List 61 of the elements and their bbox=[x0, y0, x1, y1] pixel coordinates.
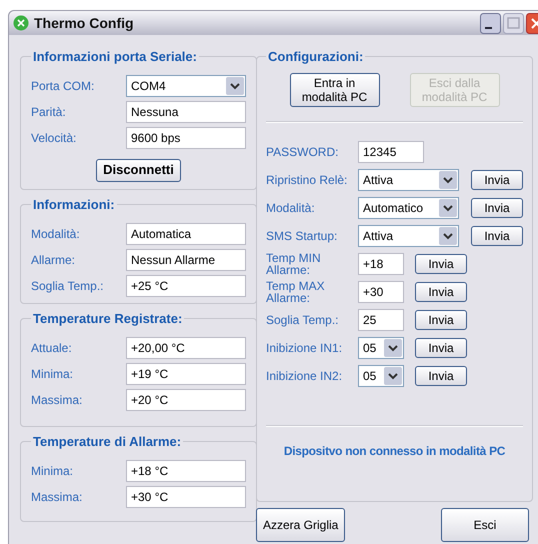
send-button[interactable]: Invia bbox=[415, 254, 467, 274]
field-label: Ripristino Relè: bbox=[266, 174, 348, 186]
clear-grid-button[interactable]: Azzera Griglia bbox=[256, 508, 346, 542]
dropdown[interactable]: COM4 bbox=[126, 74, 246, 96]
group-title: Informazioni porta Seriale: bbox=[32, 48, 198, 66]
mode-button[interactable]: Entra in modalità PC bbox=[290, 72, 380, 106]
field-label: Parità: bbox=[31, 104, 67, 120]
field-label: Temp MAX Allarme: bbox=[266, 280, 326, 304]
group-title: Temperature di Allarme: bbox=[32, 433, 182, 451]
send-button[interactable]: Invia bbox=[471, 198, 523, 218]
send-button[interactable]: Invia bbox=[471, 226, 523, 246]
input-field[interactable]: +20,00 °C bbox=[126, 336, 246, 358]
send-button[interactable]: Invia bbox=[415, 282, 467, 302]
input-field[interactable]: +18 °C bbox=[126, 460, 246, 482]
input-field[interactable]: Automatica bbox=[126, 222, 246, 244]
field-label: Porta COM: bbox=[31, 78, 96, 94]
field-label: Soglia Temp.: bbox=[266, 314, 340, 326]
dropdown[interactable]: Automatico bbox=[358, 196, 459, 218]
field-label: Inibizione IN2: bbox=[266, 370, 344, 382]
dropdown[interactable]: 05 bbox=[358, 336, 404, 358]
group-title: Temperature Registrate: bbox=[32, 310, 184, 328]
field-label: Minima: bbox=[31, 462, 74, 480]
field-label: SMS Startup: bbox=[266, 230, 338, 242]
field-label: Minima: bbox=[31, 366, 74, 382]
group-title: Informazioni: bbox=[32, 196, 116, 214]
dropdown[interactable]: Attiva bbox=[358, 224, 459, 246]
input-field[interactable]: 25 bbox=[358, 308, 404, 330]
field-label: Inibizione IN1: bbox=[266, 342, 344, 354]
minimize-button[interactable] bbox=[480, 12, 501, 34]
field-label: Temp MIN Allarme: bbox=[266, 252, 322, 276]
input-field[interactable]: +19 °C bbox=[126, 362, 246, 384]
dropdown[interactable]: Attiva bbox=[358, 168, 459, 190]
group-title: Configurazioni: bbox=[267, 48, 364, 66]
input-field[interactable]: +20 °C bbox=[126, 388, 246, 410]
send-button[interactable]: Invia bbox=[415, 338, 467, 358]
window-title: Thermo Config bbox=[34, 14, 135, 33]
input-field[interactable]: 9600 bps bbox=[126, 126, 246, 148]
dropdown[interactable]: 05 bbox=[358, 364, 404, 386]
exit-button[interactable]: Esci bbox=[441, 508, 529, 542]
input-field[interactable]: +30 °C bbox=[126, 486, 246, 508]
input-field[interactable]: Nessun Allarme bbox=[126, 248, 246, 270]
field-label: Massima: bbox=[31, 488, 84, 506]
send-button[interactable]: Invia bbox=[415, 310, 467, 330]
send-button[interactable]: Invia bbox=[471, 170, 523, 190]
send-button[interactable]: Invia bbox=[415, 366, 467, 386]
field-label: Soglia Temp.: bbox=[31, 278, 104, 294]
field-label: PASSWORD: bbox=[266, 146, 340, 158]
input-field[interactable]: +30 bbox=[358, 280, 404, 302]
input-field[interactable]: +25 °C bbox=[126, 274, 246, 296]
field-label: Massima: bbox=[31, 392, 84, 408]
input-field[interactable]: Nessuna bbox=[126, 100, 246, 122]
input-field[interactable]: +18 bbox=[358, 252, 404, 274]
field-label: Modalità: bbox=[266, 202, 316, 214]
field-label: Velocità: bbox=[31, 130, 78, 146]
disconnect-button[interactable]: Disconnetti bbox=[96, 158, 181, 182]
field-label: Modalità: bbox=[31, 226, 81, 242]
status-message: Dispositvo non connesso in modalità PC bbox=[282, 442, 506, 460]
input-field[interactable]: 12345 bbox=[358, 140, 424, 162]
field-label: Allarme: bbox=[31, 252, 76, 268]
app-icon bbox=[13, 15, 29, 31]
field-label: Attuale: bbox=[31, 340, 73, 356]
